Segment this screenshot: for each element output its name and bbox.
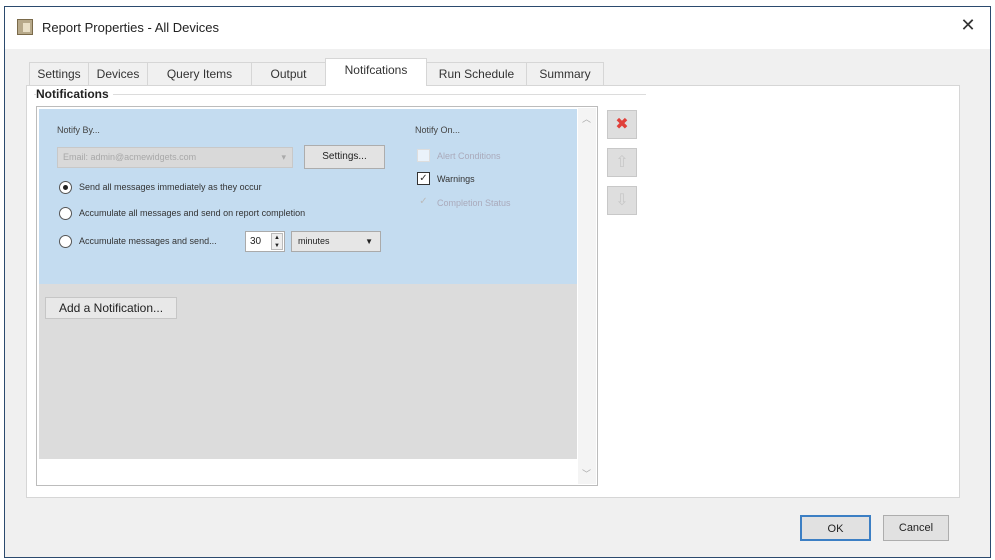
tab-run-schedule[interactable]: Run Schedule <box>426 62 527 86</box>
option-label: Send all messages immediately as they oc… <box>79 182 262 192</box>
notification-item[interactable]: Notify By... Email: admin@acmewidgets.co… <box>39 109 577 284</box>
scroll-down-icon[interactable]: ﹀ <box>582 467 591 480</box>
group-label: Notifications <box>36 87 113 101</box>
completion-status-checkbox[interactable]: ✓ <box>417 196 430 209</box>
condition-label: Alert Conditions <box>437 151 501 161</box>
move-down-icon: ⇩ <box>615 192 629 209</box>
group-divider <box>34 94 646 95</box>
delete-notification-button[interactable]: ✖ <box>607 110 637 139</box>
alert-conditions-checkbox[interactable] <box>417 149 430 162</box>
tab-summary[interactable]: Summary <box>526 62 604 86</box>
interval-unit-select[interactable]: minutes ▼ <box>291 231 381 252</box>
delete-icon: ✖ <box>615 116 629 133</box>
settings-button[interactable]: Settings... <box>304 145 385 169</box>
condition-label: Warnings <box>437 174 475 184</box>
title-bar: Report Properties - All Devices ✕ <box>5 7 990 49</box>
tab-devices[interactable]: Devices <box>88 62 148 86</box>
cancel-button[interactable]: Cancel <box>883 515 949 541</box>
tab-settings[interactable]: Settings <box>29 62 89 86</box>
notify-by-label: Notify By... <box>57 125 100 135</box>
add-notification-button[interactable]: Add a Notification... <box>45 297 177 319</box>
tab-output[interactable]: Output <box>251 62 326 86</box>
radio-send-immediately[interactable] <box>59 181 72 194</box>
condition-label: Completion Status <box>437 198 511 208</box>
radio-accumulate-interval[interactable] <box>59 235 72 248</box>
report-icon <box>17 19 33 35</box>
move-up-icon: ⇧ <box>615 154 629 171</box>
interval-unit: minutes <box>298 236 330 246</box>
email-value: Email: admin@acmewidgets.com <box>63 152 197 162</box>
notify-on-label: Notify On... <box>415 125 461 135</box>
move-down-button[interactable]: ⇩ <box>607 186 637 215</box>
option-label: Accumulate all messages and send on repo… <box>79 208 306 218</box>
interval-stepper[interactable]: 30 ▲ ▼ <box>245 231 285 252</box>
window-title: Report Properties - All Devices <box>42 20 220 35</box>
option-label: Accumulate messages and send... <box>79 236 217 246</box>
radio-accumulate-completion[interactable] <box>59 207 72 220</box>
chevron-down-icon: ▼ <box>365 237 373 246</box>
chevron-down-icon: ▾ <box>281 152 286 162</box>
interval-value: 30 <box>250 236 262 247</box>
scrollbar[interactable]: ︿ ﹀ <box>578 108 596 484</box>
scroll-up-icon[interactable]: ︿ <box>582 112 591 125</box>
email-select[interactable]: Email: admin@acmewidgets.com ▾ <box>57 147 293 168</box>
list-empty-area: Add a Notification... <box>39 284 577 459</box>
tab-notifications[interactable]: Notifcations <box>325 58 427 86</box>
close-button[interactable]: ✕ <box>956 15 980 36</box>
warnings-checkbox[interactable]: ✓ <box>417 172 430 185</box>
move-up-button[interactable]: ⇧ <box>607 148 637 177</box>
spin-arrows-icon[interactable]: ▲ ▼ <box>271 233 283 250</box>
tab-query-items[interactable]: Query Items <box>147 62 252 86</box>
notification-list[interactable]: Notify By... Email: admin@acmewidgets.co… <box>36 106 598 486</box>
ok-button[interactable]: OK <box>800 515 871 541</box>
